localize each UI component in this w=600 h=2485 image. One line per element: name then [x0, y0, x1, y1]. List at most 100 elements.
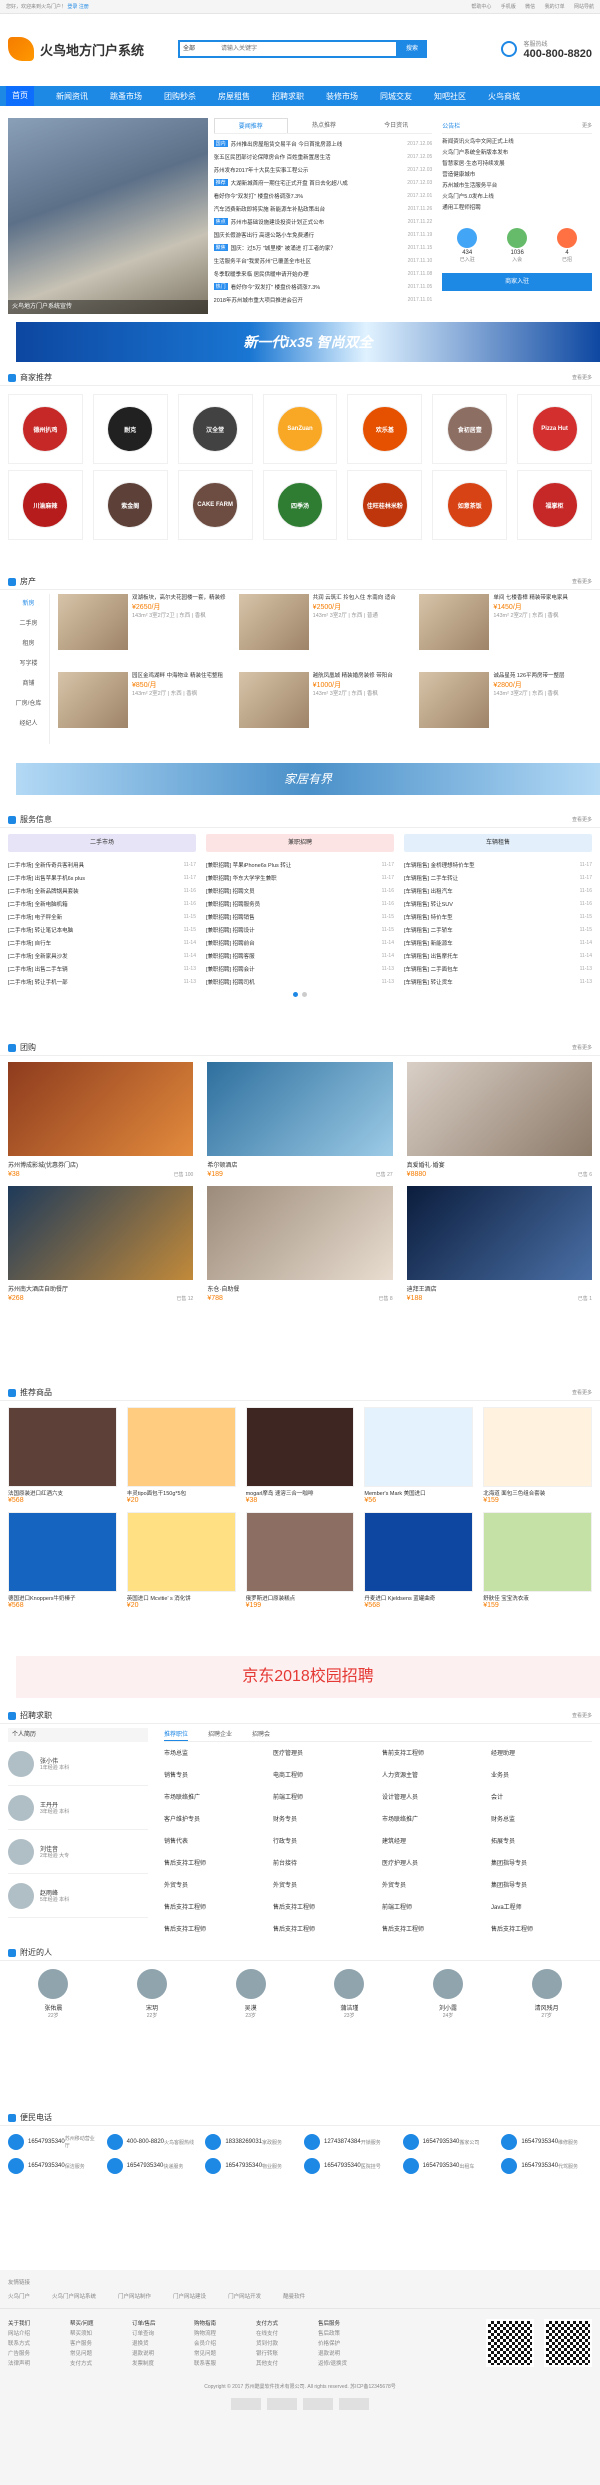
service-item[interactable]: [二手市场] 全新家具沙发 11-14: [8, 949, 196, 962]
news-item[interactable]: 2018年苏州城市重大项目推进会召开 2017.11.01: [214, 293, 433, 306]
jobs-tab[interactable]: 推荐职位: [164, 1728, 189, 1741]
job-title[interactable]: 市场总监: [164, 1748, 265, 1768]
job-title[interactable]: 前台接待: [273, 1858, 374, 1878]
goods-card[interactable]: Member's Mark 美国进口 ¥56: [364, 1407, 474, 1504]
service-item[interactable]: [二手市场] 出售二手车辆 11-13: [8, 962, 196, 975]
service-title[interactable]: [兼职招聘] 招聘客服: [206, 952, 382, 960]
job-item[interactable]: 会计: [491, 1792, 592, 1812]
house-card[interactable]: 共润 云筑汇 拎包入住 东南向 适合 ¥2500/月 143m² 3室2厅 | 东西…: [238, 594, 412, 666]
footer-link[interactable]: 联系客服: [194, 2359, 256, 2369]
service-title[interactable]: [车辆租售] 特价车型: [404, 913, 580, 921]
login-link[interactable]: 登录: [67, 4, 77, 10]
news-item[interactable]: 国内 苏州推出房屋租赁交易平台 今日首批房源上线 2017.12.06: [213, 137, 432, 150]
service-tab[interactable]: 兼职招聘: [206, 834, 394, 852]
service-item[interactable]: [兼职招聘] 招聘司机 11-13: [206, 975, 394, 988]
nearby-person[interactable]: 蒲洁瑾 23岁: [304, 1969, 395, 2019]
goods-card[interactable]: mogarl摩岛 速溶三合一咖啡 ¥38: [245, 1407, 355, 1504]
nearby-person[interactable]: 张佑晨 22岁: [8, 1969, 99, 2019]
house-side-tab[interactable]: 经纪人: [8, 714, 49, 734]
service-item[interactable]: [车辆租售] 转让SUV 11-16: [404, 897, 592, 910]
notice-item[interactable]: 营造健康城市: [442, 170, 592, 181]
job-title[interactable]: 售后支持工程师: [164, 1924, 265, 1944]
service-item[interactable]: [兼职招聘] 招聘服务员 11-16: [206, 897, 394, 910]
search-button[interactable]: 搜索: [397, 40, 427, 58]
service-title[interactable]: [兼职招聘] 招聘司机: [206, 978, 382, 986]
phone-item[interactable]: 16547935340 代驾服务: [501, 2158, 592, 2174]
news-item[interactable]: 苏州发布2017年十大民生实事工程公示 2017.12.03: [214, 163, 433, 176]
job-item[interactable]: 人力资源主管: [382, 1770, 483, 1790]
ad-banner[interactable]: 新一代ix35 智尚双全: [16, 322, 600, 362]
footer-link[interactable]: 发票制度: [132, 2359, 194, 2369]
nearby-person[interactable]: 宋玥 22岁: [107, 1969, 198, 2019]
news-title[interactable]: 国庆：过5万 "城里楼" 被涌进 打工者的家？: [231, 244, 406, 252]
job-title[interactable]: 售后支持工程师: [382, 1924, 483, 1944]
news-item[interactable]: 生活服务平台"我爱苏州"已覆盖全市社区 2017.11.10: [214, 254, 433, 267]
job-title[interactable]: 售后支持工程师: [273, 1902, 374, 1922]
job-title[interactable]: 人力资源主管: [382, 1770, 483, 1790]
house-side-tab[interactable]: 写字楼: [8, 654, 49, 674]
more-link[interactable]: 更多: [582, 122, 592, 129]
job-title[interactable]: 销售专员: [164, 1770, 265, 1790]
nav-item[interactable]: 房屋租售: [218, 91, 250, 102]
job-title[interactable]: 售前支持工程师: [382, 1748, 483, 1768]
merchant-card[interactable]: 欢乐基: [347, 394, 423, 464]
goods-card[interactable]: 丹麦进口 Kjeldsens 蓝罐曲奇 ¥568: [364, 1512, 474, 1609]
service-title[interactable]: [二手市场] 全新家具沙发: [8, 952, 184, 960]
job-title[interactable]: 集团指导专员: [491, 1880, 592, 1900]
service-title[interactable]: [二手市场] 转让手机一部: [8, 978, 184, 986]
news-title[interactable]: 苏州发布2017年十大民生实事工程公示: [214, 166, 406, 174]
job-title[interactable]: 建筑经理: [382, 1836, 483, 1856]
job-title[interactable]: 市场联络推广: [164, 1792, 265, 1812]
house-card[interactable]: 越航凤凰城 精装婚房装修 带阳台 ¥1000/月 143m² 3室2厅 | 东西 |…: [238, 672, 412, 744]
more-link[interactable]: 查看更多: [572, 374, 592, 381]
footer-link[interactable]: 客户服务: [70, 2339, 132, 2349]
phone-item[interactable]: 12743874384 开锁服务: [303, 2134, 395, 2150]
service-title[interactable]: [兼职招聘] 招聘前台: [206, 939, 382, 947]
service-title[interactable]: [车辆租售] 二手轿车: [404, 926, 580, 934]
job-item[interactable]: 销售代表: [164, 1836, 265, 1856]
job-title[interactable]: 外贸专员: [164, 1880, 265, 1900]
news-title[interactable]: 苏州推出房屋租赁交易平台 今日首批房源上线: [231, 140, 406, 148]
job-title[interactable]: 设计管理人员: [382, 1792, 483, 1812]
service-item[interactable]: [车辆租售] 二手车转让 11-17: [404, 871, 592, 884]
search-input[interactable]: [218, 40, 398, 58]
phone-item[interactable]: 16547935340 物业服务: [205, 2158, 296, 2174]
job-item[interactable]: 前端工程师: [382, 1902, 483, 1922]
job-title[interactable]: 行政专员: [273, 1836, 374, 1856]
goods-card[interactable]: 舒肤佳 宝宝洗衣液 ¥159: [483, 1512, 592, 1609]
news-tab[interactable]: 热点推荐: [288, 118, 360, 133]
job-title[interactable]: 售后支持工程师: [164, 1902, 265, 1922]
news-tab[interactable]: 今日资讯: [360, 118, 432, 133]
job-item[interactable]: 集团指导专员: [491, 1858, 592, 1878]
footer-link[interactable]: 广告服务: [8, 2349, 70, 2359]
footer-link[interactable]: 退换货: [132, 2339, 194, 2349]
goods-card[interactable]: 法国原装进口红酒六支 ¥568: [8, 1407, 117, 1504]
job-title[interactable]: 财务专员: [273, 1814, 374, 1834]
job-title[interactable]: 售后支持工程师: [273, 1924, 374, 1944]
group-card[interactable]: 苏州博成影城(优惠券门店) ¥38 已售 100: [8, 1062, 194, 1178]
service-item[interactable]: [二手市场] 出售苹果手机6s plus 11-17: [8, 871, 196, 884]
goods-card[interactable]: 俄罗斯进口原装糕点 ¥199: [245, 1512, 355, 1609]
news-title[interactable]: 看好你今"双发打" 楼盘价格调涨7.3%: [214, 192, 406, 200]
notice-item[interactable]: 通用工程师招聘: [442, 203, 592, 214]
news-item[interactable]: 看好你今"双发打" 楼盘价格调涨7.3% 2017.12.01: [214, 189, 433, 202]
job-item[interactable]: 售后支持工程师: [164, 1902, 265, 1922]
job-title[interactable]: 前端工程师: [273, 1792, 374, 1812]
service-title[interactable]: [兼职招聘] 华东大学学生兼职: [206, 874, 382, 882]
service-title[interactable]: [车辆租售] 出租汽车: [404, 887, 580, 895]
service-item[interactable]: [二手市场] 自行车 11-14: [8, 936, 196, 949]
service-title[interactable]: [二手市场] 全新传奇兵客利用具: [8, 861, 184, 869]
top-link[interactable]: 手机版: [501, 4, 516, 10]
job-item[interactable]: 外贸专员: [382, 1880, 483, 1900]
service-title[interactable]: [二手市场] 全新品牌锅具套装: [8, 887, 184, 895]
more-link[interactable]: 查看更多: [572, 1044, 592, 1051]
merchant-card[interactable]: 福掌柜: [517, 470, 592, 540]
phone-item[interactable]: 16547935340 搬家公司: [402, 2134, 494, 2150]
service-title[interactable]: [兼职招聘] 苹果iPhone6s Plus 转让: [206, 861, 382, 869]
service-title[interactable]: [车辆租售] 二手面包车: [404, 965, 580, 973]
service-item[interactable]: [兼职招聘] 招聘会计 11-13: [206, 962, 394, 975]
goods-card[interactable]: 丰灵tipo面包干150g*5包 ¥20: [126, 1407, 236, 1504]
merchant-card[interactable]: 食初居壹: [432, 394, 508, 464]
service-title[interactable]: [二手市场] 电子秤全新: [8, 913, 184, 921]
service-title[interactable]: [二手市场] 全新电脑机箱: [8, 900, 184, 908]
